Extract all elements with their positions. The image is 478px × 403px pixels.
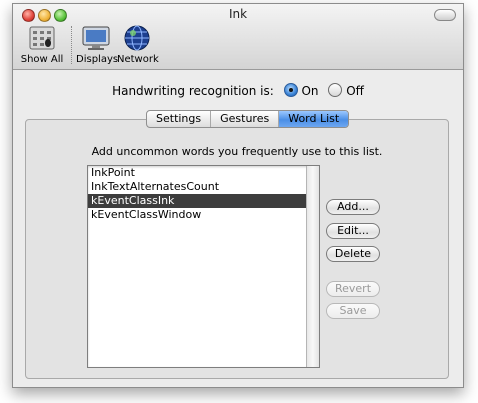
title-bar: Ink Show All Displays Network — [13, 4, 463, 70]
word-list-instructions: Add uncommon words you frequently use to… — [91, 145, 383, 158]
toolbar-toggle-button[interactable] — [434, 9, 456, 21]
list-item-selected[interactable]: kEventClassInk — [88, 194, 319, 208]
edit-button[interactable]: Edit... — [326, 223, 380, 239]
tab-bar: Settings Gestures Word List — [146, 110, 350, 128]
radio-on-label[interactable]: On — [301, 84, 318, 98]
toolbar-network[interactable]: Network — [117, 24, 159, 65]
toolbar-separator — [71, 26, 72, 64]
tab-word-list[interactable]: Word List — [278, 111, 349, 127]
radio-on[interactable] — [283, 83, 298, 97]
tab-settings[interactable]: Settings — [147, 111, 210, 127]
handwriting-label: Handwriting recognition is: — [112, 84, 274, 98]
window-title: Ink — [228, 7, 248, 21]
toolbar-label-show-all: Show All — [20, 54, 64, 65]
revert-button[interactable]: Revert — [326, 281, 380, 297]
show-all-icon — [26, 24, 58, 52]
displays-icon — [80, 24, 112, 52]
toolbar-displays[interactable]: Displays — [76, 24, 119, 65]
pane-content: Handwriting recognition is: On Off Setti… — [13, 70, 463, 389]
handwriting-recognition-row: Handwriting recognition is: On Off — [13, 83, 463, 98]
toolbar-show-all[interactable]: Show All — [19, 24, 65, 65]
radio-off[interactable] — [328, 83, 343, 97]
word-list-scrollbar[interactable] — [306, 166, 319, 367]
toolbar-label-network: Network — [117, 54, 159, 65]
list-item[interactable]: InkPoint — [88, 166, 319, 180]
tab-gestures[interactable]: Gestures — [210, 111, 278, 127]
save-button[interactable]: Save — [326, 303, 380, 319]
list-item[interactable]: kEventClassWindow — [88, 208, 319, 222]
word-list-box[interactable]: InkPoint InkTextAlternatesCount kEventCl… — [87, 165, 320, 368]
delete-button[interactable]: Delete — [326, 246, 380, 262]
preferences-window: Ink Show All Displays Network Handwritin… — [12, 3, 464, 388]
toolbar-label-displays: Displays — [76, 54, 119, 65]
radio-off-label[interactable]: Off — [346, 84, 364, 98]
network-globe-icon — [121, 24, 153, 52]
list-item[interactable]: InkTextAlternatesCount — [88, 180, 319, 194]
word-list-panel: Add uncommon words you frequently use to… — [25, 119, 449, 379]
add-button[interactable]: Add... — [326, 199, 380, 215]
